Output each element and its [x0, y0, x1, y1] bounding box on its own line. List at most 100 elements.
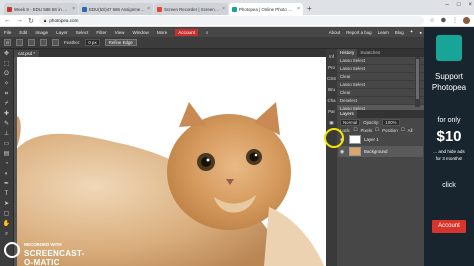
- path-select-tool-icon[interactable]: ➤: [1, 200, 13, 209]
- search-icon[interactable]: ⌕: [206, 30, 209, 35]
- lock-all-checkbox[interactable]: ☐: [401, 127, 405, 133]
- add-selection-icon[interactable]: [28, 39, 35, 46]
- close-icon[interactable]: ×: [147, 6, 150, 12]
- ad-panel[interactable]: Support Photopea for only $10 ... and hi…: [424, 27, 474, 266]
- history-row[interactable]: Clear: [337, 89, 424, 97]
- browser-tab-active[interactable]: Photopea | Online Photo Editor ×: [229, 3, 303, 15]
- star-icon[interactable]: ☆: [429, 17, 434, 24]
- pen-tool-icon[interactable]: ✒: [1, 180, 13, 189]
- canvas[interactable]: [14, 57, 326, 266]
- opacity-input[interactable]: 100%: [382, 118, 400, 126]
- type-tool-icon[interactable]: T: [1, 190, 13, 199]
- feather-input[interactable]: 0 px: [85, 39, 100, 46]
- layer-item-selected[interactable]: ◉ Background: [338, 146, 423, 157]
- stamp-tool-icon[interactable]: ⊥: [1, 130, 13, 139]
- brush-panel-button[interactable]: Bru: [328, 86, 335, 94]
- history-row[interactable]: Lasso Select: [337, 65, 424, 73]
- browser-tab[interactable]: Screen Recorder | Screencast-O ×: [154, 3, 228, 15]
- menu-report-bug[interactable]: Report a bug: [346, 30, 371, 35]
- extension-icon[interactable]: ⬢: [441, 17, 446, 24]
- history-row[interactable]: Lasso Select: [337, 57, 424, 65]
- shape-tool-icon[interactable]: ▢: [1, 210, 13, 219]
- twitter-icon[interactable]: ✦: [410, 29, 414, 35]
- address-bar[interactable]: 🔒︎ photopea.com: [38, 16, 425, 25]
- close-window-icon[interactable]: ×: [468, 2, 472, 8]
- history-scrollbar[interactable]: [415, 57, 420, 107]
- recording-watermark: RECORDED WITH SCREENCAST-O-MATIC: [4, 238, 94, 266]
- menu-learn[interactable]: Learn: [378, 30, 389, 35]
- layer-thumbnail: [349, 147, 361, 156]
- history-row[interactable]: Clear: [337, 73, 424, 81]
- lasso-icon[interactable]: ʘ: [4, 39, 11, 46]
- hand-tool-icon[interactable]: ✋: [1, 220, 13, 229]
- menu-icon[interactable]: ⋮: [452, 17, 458, 24]
- marquee-tool-icon[interactable]: ⬚: [1, 60, 13, 69]
- image-icon[interactable]: ▣: [329, 119, 333, 127]
- crop-tool-icon[interactable]: ⌗: [1, 90, 13, 99]
- intersect-selection-icon[interactable]: [52, 39, 59, 46]
- menu-edit[interactable]: Edit: [19, 30, 27, 35]
- healing-tool-icon[interactable]: ✚: [1, 110, 13, 119]
- blend-mode-select[interactable]: Normal: [340, 118, 361, 126]
- lock-position-checkbox[interactable]: ☐: [375, 127, 379, 133]
- lasso-tool-icon[interactable]: ʘ: [1, 70, 13, 79]
- record-icon: [4, 242, 20, 258]
- browser-tab[interactable]: Week 8 - EDU 586 5S in Spo ×: [4, 3, 78, 15]
- menu-image[interactable]: Image: [35, 30, 48, 35]
- browser-tabbar: Week 8 - EDU 586 5S in Spo × EDU(5S)47 5…: [0, 0, 474, 15]
- eraser-tool-icon[interactable]: ▭: [1, 140, 13, 149]
- brush-tool-icon[interactable]: ✎: [1, 120, 13, 129]
- history-row[interactable]: Deselect: [337, 97, 424, 105]
- layer-lock-row: Lock: ☐ Pixels ☐ Position ☐ All: [337, 126, 424, 134]
- menu-file[interactable]: File: [4, 30, 11, 35]
- maximize-icon[interactable]: □: [457, 2, 461, 8]
- character-panel-button[interactable]: Cha: [327, 97, 335, 105]
- avatar[interactable]: [463, 17, 470, 24]
- dodge-tool-icon[interactable]: ◐: [1, 170, 13, 179]
- reload-icon[interactable]: ↻: [28, 17, 34, 25]
- menu-window[interactable]: Window: [132, 30, 148, 35]
- subtract-selection-icon[interactable]: [40, 39, 47, 46]
- visibility-eye-icon[interactable]: ◉: [338, 149, 346, 155]
- menu-more[interactable]: More: [157, 30, 167, 35]
- history-row[interactable]: Lasso Select: [337, 81, 424, 89]
- css-panel-button[interactable]: CSS: [327, 75, 336, 83]
- new-tab-button[interactable]: +: [304, 3, 315, 15]
- browser-tab[interactable]: EDU(5S)47 586 Assignment W ×: [79, 3, 153, 15]
- tab-swatches[interactable]: Swatches: [357, 49, 383, 57]
- document-tab[interactable]: cat.psd *: [14, 50, 40, 57]
- properties-panel-button[interactable]: Pro: [328, 64, 335, 72]
- tab-favicon-icon: [232, 6, 237, 12]
- tab-history[interactable]: History: [337, 49, 358, 57]
- tab-layers[interactable]: Layers: [337, 110, 357, 118]
- menu-about[interactable]: About: [329, 30, 340, 35]
- blur-tool-icon[interactable]: ◔: [1, 160, 13, 169]
- refine-edge-button[interactable]: Refine Edge: [104, 39, 137, 46]
- close-icon[interactable]: ×: [297, 6, 300, 12]
- menu-blog[interactable]: Blog: [395, 30, 404, 35]
- layer-item[interactable]: ◉ Layer 1: [338, 134, 423, 145]
- move-tool-icon[interactable]: ✥: [1, 50, 13, 59]
- watermark-line2: SCREENCAST-O-MATIC: [24, 249, 85, 266]
- menu-filter[interactable]: Filter: [96, 30, 106, 35]
- minimize-icon[interactable]: –: [446, 2, 449, 8]
- new-selection-icon[interactable]: [16, 39, 23, 46]
- info-panel-button[interactable]: Inf: [329, 53, 334, 61]
- forward-icon[interactable]: →: [16, 17, 23, 24]
- menu-view[interactable]: View: [115, 30, 125, 35]
- menu-select[interactable]: Select: [76, 30, 89, 35]
- lock-all-label: All: [407, 127, 413, 133]
- eyedropper-tool-icon[interactable]: ⌿: [1, 100, 13, 109]
- paragraph-panel-button[interactable]: Par: [328, 108, 335, 116]
- magic-wand-tool-icon[interactable]: ✧: [1, 80, 13, 89]
- account-button[interactable]: Account: [175, 28, 198, 36]
- menu-layer[interactable]: Layer: [56, 30, 68, 35]
- gradient-tool-icon[interactable]: ▤: [1, 150, 13, 159]
- reddit-icon[interactable]: ●: [419, 30, 422, 35]
- ad-account-button[interactable]: Account: [432, 220, 466, 233]
- close-icon[interactable]: ×: [222, 6, 225, 12]
- scrollbar-thumb[interactable]: [416, 59, 419, 99]
- close-icon[interactable]: ×: [72, 6, 75, 12]
- back-icon[interactable]: ←: [4, 17, 11, 24]
- lock-pixels-checkbox[interactable]: ☐: [354, 127, 358, 133]
